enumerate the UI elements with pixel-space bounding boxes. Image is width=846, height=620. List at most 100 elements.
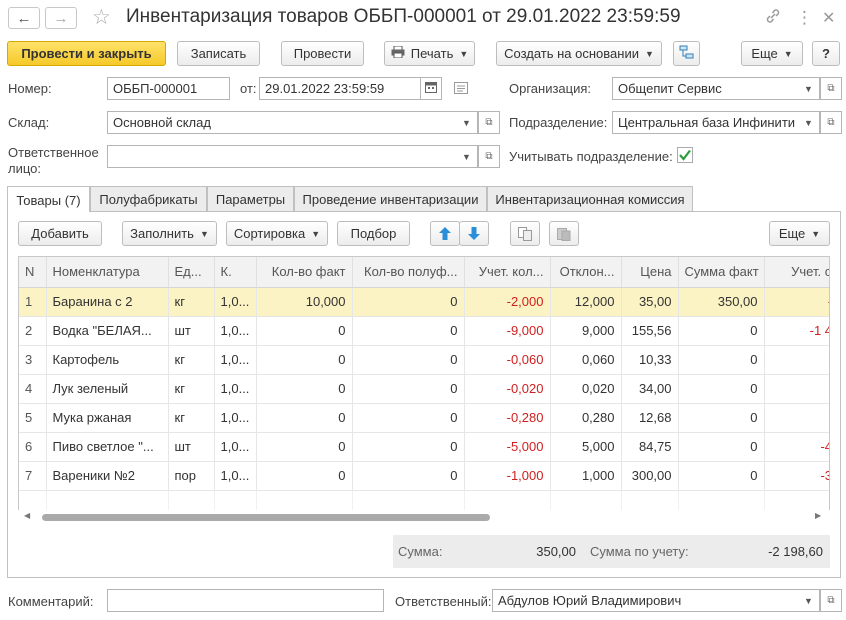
row-acc-sum[interactable]: -70 xyxy=(764,287,829,317)
close-icon[interactable]: ✕ xyxy=(822,8,835,28)
row-qty-fact[interactable]: 0 xyxy=(256,374,353,404)
row-deviation[interactable]: 1,000 xyxy=(550,461,622,491)
scroll-right-icon[interactable]: ▶ xyxy=(815,511,821,520)
row-price[interactable]: 35,00 xyxy=(621,287,679,317)
row-acc-sum[interactable]: -3 xyxy=(764,403,829,433)
col-sum-fact[interactable]: Сумма факт xyxy=(678,257,765,288)
row-coef[interactable]: 1,0... xyxy=(214,374,257,404)
row-nomenclature[interactable]: Картофель xyxy=(46,345,169,375)
row-unit[interactable]: шт xyxy=(168,432,215,462)
tab-semi-finished[interactable]: Полуфабрикаты xyxy=(90,186,207,212)
row-qty-semi[interactable]: 0 xyxy=(352,345,465,375)
col-price[interactable]: Цена xyxy=(621,257,679,288)
row-sum-fact[interactable]: 0 xyxy=(678,403,765,433)
row-qty-semi[interactable]: 0 xyxy=(352,287,465,317)
tab-parameters[interactable]: Параметры xyxy=(207,186,294,212)
row-coef[interactable]: 1,0... xyxy=(214,345,257,375)
col-coef[interactable]: К. xyxy=(214,257,257,288)
row-number[interactable]: 5 xyxy=(19,403,47,433)
row-coef[interactable]: 1,0... xyxy=(214,287,257,317)
responsible-dropdown[interactable]: ▼ xyxy=(798,589,820,612)
division-dropdown[interactable]: ▼ xyxy=(798,111,820,134)
col-qty-fact[interactable]: Кол-во факт xyxy=(256,257,353,288)
row-number[interactable]: 4 xyxy=(19,374,47,404)
row-nomenclature[interactable]: Мука ржаная xyxy=(46,403,169,433)
table-row[interactable]: 2 Водка "БЕЛАЯ... шт 1,0... 0 0 -9,000 9,000 155… xyxy=(19,316,829,346)
date-field[interactable]: 29.01.2022 23:59:59 xyxy=(259,77,421,100)
row-nomenclature[interactable]: Водка "БЕЛАЯ... xyxy=(46,316,169,346)
row-acc-qty[interactable]: -0,060 xyxy=(464,345,551,375)
row-acc-sum[interactable]: -0 xyxy=(764,345,829,375)
warehouse-dropdown[interactable]: ▼ xyxy=(456,111,478,134)
row-coef[interactable]: 1,0... xyxy=(214,316,257,346)
row-nomenclature[interactable]: Лук зеленый xyxy=(46,374,169,404)
col-acc-qty[interactable]: Учет. кол... xyxy=(464,257,551,288)
row-nomenclature[interactable]: Пиво светлое "... xyxy=(46,432,169,462)
row-price[interactable]: 10,33 xyxy=(621,345,679,375)
col-deviation[interactable]: Отклон... xyxy=(550,257,622,288)
post-and-close-button[interactable]: Провести и закрыть xyxy=(7,41,166,66)
row-coef[interactable]: 1,0... xyxy=(214,403,257,433)
table-row[interactable]: 6 Пиво светлое "... шт 1,0... 0 0 -5,000 5,000 8… xyxy=(19,432,829,462)
division-open-button[interactable]: ⧉ xyxy=(820,111,842,134)
row-acc-qty[interactable]: -2,000 xyxy=(464,287,551,317)
row-acc-sum[interactable]: -0 xyxy=(764,374,829,404)
row-acc-qty[interactable]: -5,000 xyxy=(464,432,551,462)
row-qty-semi[interactable]: 0 xyxy=(352,403,465,433)
row-qty-semi[interactable]: 0 xyxy=(352,461,465,491)
row-acc-qty[interactable]: -0,020 xyxy=(464,374,551,404)
row-sum-fact[interactable]: 0 xyxy=(678,461,765,491)
row-acc-sum[interactable]: -1 400 xyxy=(764,316,829,346)
pick-button[interactable]: Подбор xyxy=(337,221,410,246)
row-price[interactable]: 155,56 xyxy=(621,316,679,346)
responsible-person-dropdown[interactable]: ▼ xyxy=(456,145,478,168)
tab-inventory-commission[interactable]: Инвентаризационная комиссия xyxy=(487,186,693,212)
row-price[interactable]: 34,00 xyxy=(621,374,679,404)
calendar-button[interactable] xyxy=(420,77,442,100)
row-unit[interactable]: кг xyxy=(168,403,215,433)
col-nomenclature[interactable]: Номенклатура xyxy=(46,257,169,288)
tab-goods[interactable]: Товары (7) xyxy=(7,186,90,213)
account-division-checkbox[interactable] xyxy=(677,147,693,163)
row-sum-fact[interactable]: 0 xyxy=(678,432,765,462)
row-qty-fact[interactable]: 0 xyxy=(256,461,353,491)
move-down-button[interactable] xyxy=(459,221,489,246)
row-number[interactable]: 3 xyxy=(19,345,47,375)
structure-button[interactable] xyxy=(673,41,700,66)
table-row[interactable]: 3Картофелькг1,0...00-0,0600,06010,330-0 xyxy=(19,345,829,375)
row-deviation[interactable]: 12,000 xyxy=(550,287,622,317)
row-number[interactable]: 7 xyxy=(19,461,47,491)
post-button[interactable]: Провести xyxy=(281,41,364,66)
paste-button[interactable] xyxy=(549,221,579,246)
add-row-button[interactable]: Добавить xyxy=(18,221,102,246)
fill-button[interactable]: Заполнить ▼ xyxy=(122,221,217,246)
row-acc-qty[interactable]: -9,000 xyxy=(464,316,551,346)
row-price[interactable]: 12,68 xyxy=(621,403,679,433)
scroll-left-icon[interactable]: ◀ xyxy=(24,511,30,520)
responsible-open-button[interactable]: ⧉ xyxy=(820,589,842,612)
row-coef[interactable]: 1,0... xyxy=(214,432,257,462)
document-icon[interactable] xyxy=(454,82,468,97)
row-unit[interactable]: кг xyxy=(168,374,215,404)
row-unit[interactable]: кг xyxy=(168,345,215,375)
row-unit[interactable]: пор xyxy=(168,461,215,491)
row-qty-semi[interactable]: 0 xyxy=(352,432,465,462)
help-button[interactable]: ? xyxy=(812,41,840,66)
row-nomenclature[interactable]: Баранина с 2 xyxy=(46,287,169,317)
table-row[interactable]: 1 Баранина с 2 кг 1,0... 10,000 0 -2,000 12,000… xyxy=(19,287,829,317)
table-row[interactable]: 7 Вареники №2 пор 1,0... 0 0 -1,000 1,000 300,00… xyxy=(19,461,829,491)
table-row[interactable]: 5Мука ржанаякг1,0...00-0,2800,28012,680-… xyxy=(19,403,829,433)
row-nomenclature[interactable]: Вареники №2 xyxy=(46,461,169,491)
copy-button[interactable] xyxy=(510,221,540,246)
row-qty-semi[interactable]: 0 xyxy=(352,316,465,346)
comment-field[interactable] xyxy=(107,589,384,612)
warehouse-field[interactable]: Основной склад xyxy=(107,111,457,134)
responsible-person-open-button[interactable]: ⧉ xyxy=(478,145,500,168)
row-qty-fact[interactable]: 0 xyxy=(256,316,353,346)
row-number[interactable]: 1 xyxy=(19,287,47,317)
row-sum-fact[interactable]: 0 xyxy=(678,374,765,404)
organization-dropdown[interactable]: ▼ xyxy=(798,77,820,100)
tab-inventory-posting[interactable]: Проведение инвентаризации xyxy=(294,186,487,212)
row-unit[interactable]: кг xyxy=(168,287,215,317)
link-icon[interactable] xyxy=(765,8,781,29)
